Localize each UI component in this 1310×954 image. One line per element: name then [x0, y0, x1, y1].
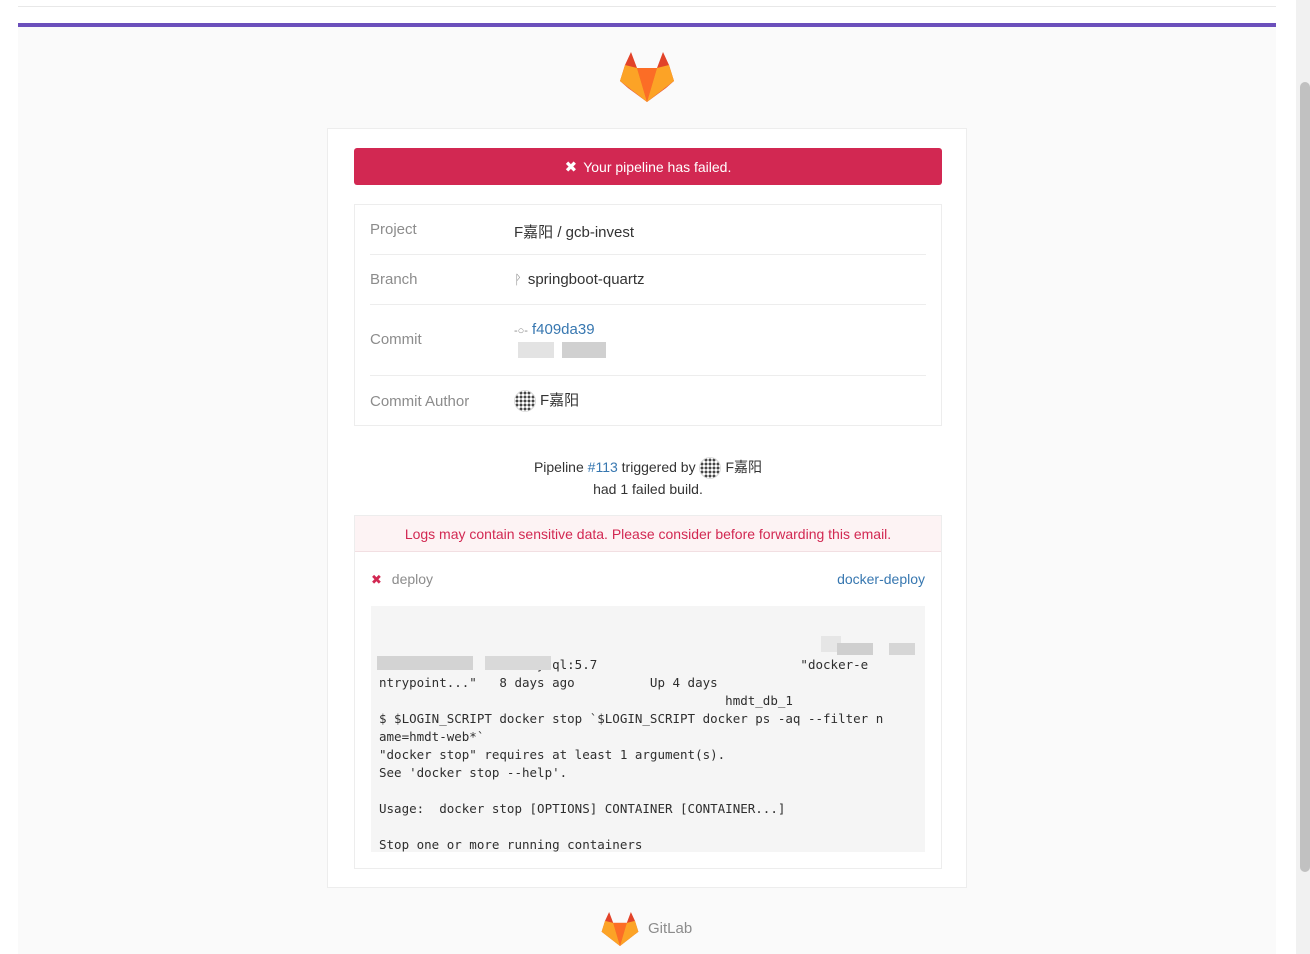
commit-icon: -○- — [514, 325, 528, 337]
log-line: ntrypoint..." 8 days ago Up 4 days — [379, 675, 718, 690]
redacted-commit-message — [518, 342, 554, 358]
footer-brand: GitLab — [648, 920, 693, 937]
gitlab-footer-logo-icon — [601, 912, 639, 946]
summary-triggered-by: triggered by — [621, 459, 696, 475]
redacted-log-3 — [889, 643, 915, 655]
gitlab-logo-icon — [620, 52, 674, 102]
author-avatar — [514, 390, 536, 413]
banner-text: Your pipeline has failed. — [583, 158, 732, 175]
commit-sha-link[interactable]: f409da39 — [532, 321, 595, 338]
scrollbar[interactable] — [1296, 0, 1310, 954]
log-line: $ $LOGIN_SCRIPT docker stop `$LOGIN_SCRI… — [379, 711, 884, 726]
author-row: Commit Author F嘉阳 — [370, 376, 926, 426]
pipeline-details-table: Project F嘉阳 / gcb-invest Branch ᚹ springb… — [354, 204, 942, 426]
pipeline-summary-line2: had 1 failed build. — [593, 481, 703, 498]
job-stage-link[interactable]: docker-deploy — [837, 571, 925, 587]
branch-label: Branch — [370, 271, 418, 288]
log-line: See 'docker stop --help'. — [379, 765, 568, 780]
branch-icon: ᚹ — [514, 272, 522, 287]
log-line: Usage: docker stop [OPTIONS] CONTAINER [… — [379, 801, 786, 816]
log-line: hmdt_db_1 — [379, 693, 793, 708]
redacted-log-2 — [837, 643, 873, 655]
trigger-user-avatar — [699, 457, 722, 480]
job-row: ✖ deploy docker-deploy — [371, 571, 925, 591]
project-label: Project — [370, 221, 417, 238]
x-icon: ✖ — [564, 158, 578, 176]
top-divider — [18, 6, 1276, 7]
redacted-log-5 — [485, 656, 551, 670]
branch-value: springboot-quartz — [527, 271, 645, 288]
pipeline-summary-line1: Pipeline #113 triggered by F嘉阳 — [328, 457, 968, 480]
redacted-log-4 — [377, 656, 473, 670]
author-value-wrap: F嘉阳 — [514, 389, 580, 413]
job-log: 4a4d56450293 mysql:5.7 "docker-e ntrypoin… — [371, 606, 925, 852]
summary-prefix: Pipeline — [533, 459, 584, 475]
commit-label: Commit — [370, 331, 422, 348]
notification-card: ✖ Your pipeline has failed. Project F嘉阳 … — [327, 128, 967, 888]
redacted-commit-message-2 — [562, 342, 606, 358]
author-label: Commit Author — [370, 393, 470, 410]
project-value: F嘉阳 / gcb-invest — [514, 224, 635, 241]
pipeline-failed-banner: ✖ Your pipeline has failed. — [354, 148, 942, 185]
log-line: ame=hmdt-web*` — [379, 729, 485, 744]
job-name: deploy — [391, 571, 434, 587]
commit-row: Commit -○- f409da39 — [370, 305, 926, 376]
pipeline-id-link[interactable]: #113 — [588, 459, 618, 475]
job-failed-icon: ✖ — [371, 572, 382, 587]
log-line: Stop one or more running containers — [379, 837, 643, 852]
sensitive-data-warning: Logs may contain sensitive data. Please … — [355, 516, 941, 552]
failed-job-box: Logs may contain sensitive data. Please … — [354, 515, 942, 869]
branch-row: Branch ᚹ springboot-quartz — [370, 255, 926, 305]
pipeline-summary: Pipeline #113 triggered by F嘉阳 had 1 fai… — [328, 457, 968, 499]
log-line: "docker stop" requires at least 1 argume… — [379, 747, 726, 762]
scrollbar-thumb[interactable] — [1300, 82, 1310, 872]
branch-value-wrap: ᚹ springboot-quartz — [514, 271, 645, 288]
project-row: Project F嘉阳 / gcb-invest — [370, 205, 926, 255]
author-name: F嘉阳 — [540, 392, 580, 409]
commit-value-wrap: -○- f409da39 — [514, 321, 595, 338]
trigger-user-name: F嘉阳 — [725, 459, 763, 475]
